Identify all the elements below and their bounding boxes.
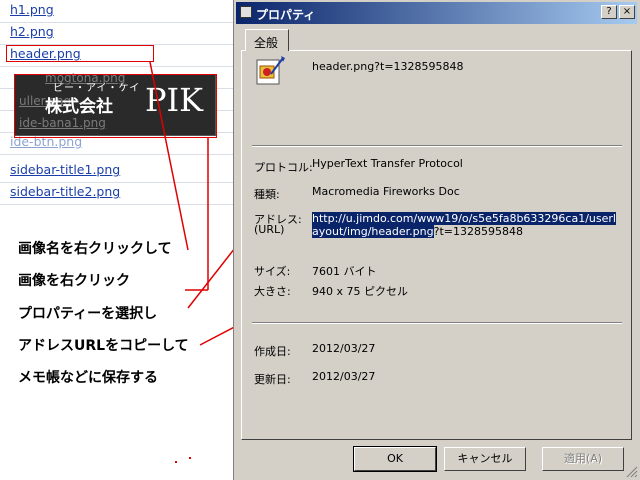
close-button[interactable]: × [619,5,635,19]
window-icon [240,6,252,18]
instruction-4: アドレスURLをコピーして [18,338,189,354]
cancel-button[interactable]: キャンセル [444,447,526,471]
annotation-dot [189,457,191,459]
annotation-dot [175,461,177,463]
apply-button[interactable]: 適用(A) [542,447,624,471]
address-url-line1: http://u.jimdo.com/www19/o/s5e5fa8b63329… [312,212,616,225]
type-value: Macromedia Fireworks Doc [312,185,460,198]
created-value: 2012/03/27 [312,342,376,355]
tab-general[interactable]: 全般 [245,29,289,51]
modified-value: 2012/03/27 [312,370,376,383]
address-url-field[interactable]: http://u.jimdo.com/www19/o/s5e5fa8b63329… [312,212,616,238]
divider [252,322,622,324]
dialog-title: プロパティ [256,8,316,22]
instruction-1: 画像名を右クリックして [18,241,172,257]
protocol-value: HyperText Transfer Protocol [312,157,463,170]
size-value: 7601 バイト [312,265,377,278]
dialog-titlebar[interactable]: プロパティ ? × [236,2,637,24]
address-label-url: (URL) [254,223,285,236]
divider [252,145,622,147]
instruction-5: メモ帳などに保存する [18,370,158,386]
resize-grip-icon[interactable] [624,464,638,478]
help-button[interactable]: ? [601,5,617,19]
file-name: header.png?t=1328595848 [312,60,464,73]
ok-button[interactable]: OK [353,446,437,472]
dimensions-value: 940 x 75 ピクセル [312,285,408,298]
size-label: サイズ: [254,265,291,278]
address-url-line2-rest: ?t=1328595848 [433,225,523,238]
address-url-line2-selected: ayout/img/header.png [312,225,434,238]
protocol-label: プロトコル: [254,161,313,174]
tab-panel [241,50,632,440]
type-label: 種類: [254,188,280,201]
modified-label: 更新日: [254,373,291,386]
instruction-2: 画像を右クリック [18,273,130,289]
created-label: 作成日: [254,345,291,358]
fireworks-file-icon [256,56,285,85]
instruction-3: プロパティーを選択し [18,306,158,322]
dimensions-label: 大きさ: [254,285,291,298]
